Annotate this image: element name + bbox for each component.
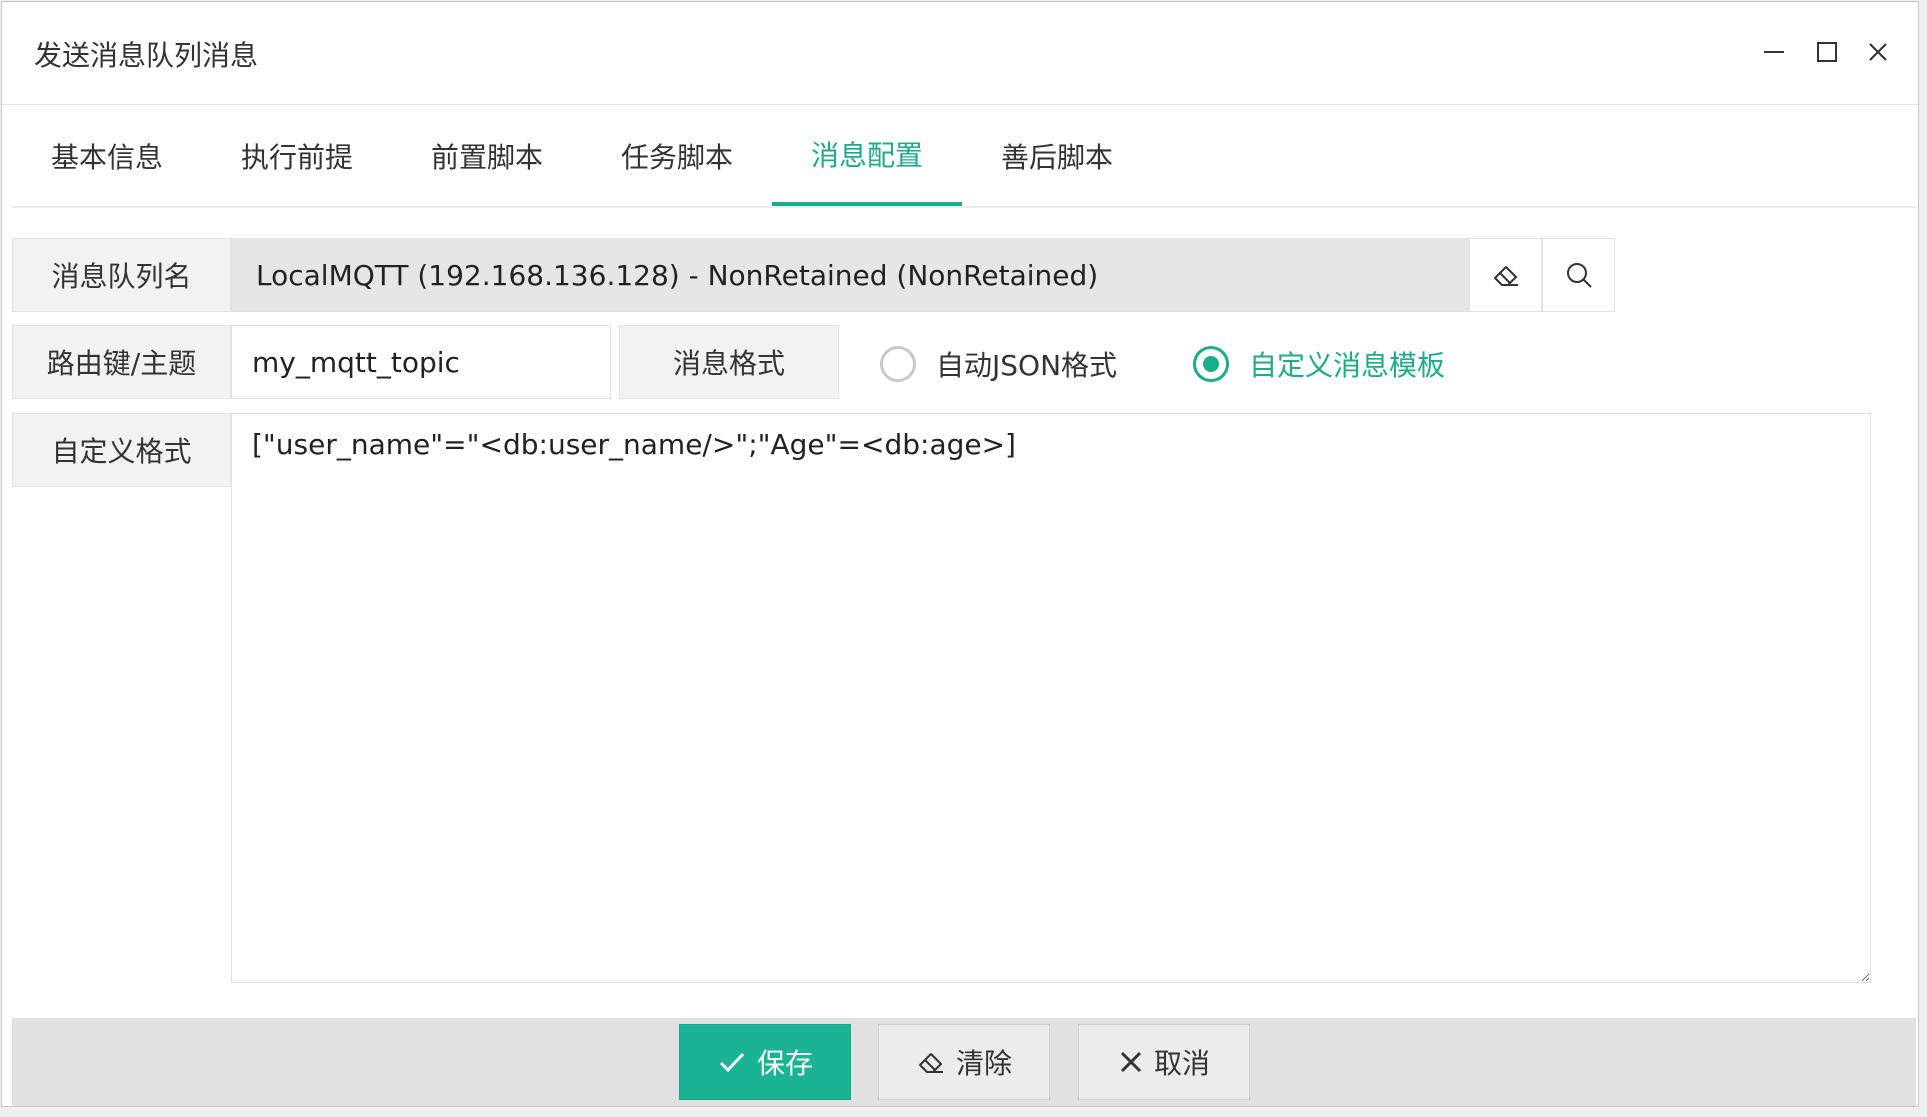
radio-custom-template[interactable]: 自定义消息模板	[1193, 344, 1445, 384]
clear-queue-button[interactable]	[1469, 238, 1542, 312]
close-button[interactable]	[1858, 32, 1898, 72]
cancel-button-label: 取消	[1153, 1047, 1210, 1080]
tab-pre-script[interactable]: 前置脚本	[392, 105, 582, 206]
cancel-button[interactable]: 取消	[1078, 1024, 1250, 1100]
search-icon	[1566, 263, 1592, 288]
dialog-window: 发送消息队列消息 基本信息 执行前提 前置脚本 任务脚本 消息配置 善后脚本 消…	[1, 1, 1919, 1107]
queue-name-label: 消息队列名	[12, 238, 231, 312]
routing-key-input[interactable]: my_mqtt_topic	[231, 325, 611, 399]
radio-circle	[1193, 346, 1229, 382]
dialog-title: 发送消息队列消息	[34, 39, 259, 72]
radio-custom-template-label: 自定义消息模板	[1249, 349, 1446, 382]
radio-circle	[880, 346, 916, 382]
minimize-button[interactable]	[1754, 32, 1794, 72]
title-bar: 发送消息队列消息	[2, 2, 1918, 105]
minimize-icon	[1764, 51, 1784, 53]
save-button-label: 保存	[756, 1047, 813, 1080]
routing-key-label: 路由键/主题	[12, 325, 231, 399]
custom-format-label: 自定义格式	[12, 413, 231, 487]
radio-auto-json-label: 自动JSON格式	[936, 349, 1118, 382]
tab-task-script[interactable]: 任务脚本	[582, 105, 772, 206]
maximize-button[interactable]	[1807, 32, 1847, 72]
maximize-icon	[1817, 42, 1837, 62]
tab-cleanup-script[interactable]: 善后脚本	[962, 105, 1152, 206]
tab-bar: 基本信息 执行前提 前置脚本 任务脚本 消息配置 善后脚本	[12, 105, 1916, 208]
clear-button-label: 清除	[955, 1047, 1012, 1080]
radio-auto-json[interactable]: 自动JSON格式	[880, 344, 1117, 384]
eraser-icon	[916, 1047, 946, 1077]
close-icon	[1118, 1049, 1144, 1075]
clear-button[interactable]: 清除	[878, 1024, 1050, 1100]
custom-format-textarea[interactable]	[231, 413, 1871, 983]
tab-preconditions[interactable]: 执行前提	[202, 105, 392, 206]
queue-name-field[interactable]: LocalMQTT (192.168.136.128) - NonRetaine…	[231, 238, 1469, 312]
footer-bar: 保存 清除 取消	[12, 1018, 1916, 1106]
eraser-icon	[1493, 266, 1518, 286]
search-queue-button[interactable]	[1542, 238, 1615, 312]
check-icon	[717, 1047, 747, 1077]
close-icon	[1869, 43, 1887, 61]
message-format-label: 消息格式	[619, 325, 839, 399]
tab-message-config[interactable]: 消息配置	[772, 105, 962, 206]
tab-basic-info[interactable]: 基本信息	[12, 105, 202, 206]
save-button[interactable]: 保存	[679, 1024, 851, 1100]
